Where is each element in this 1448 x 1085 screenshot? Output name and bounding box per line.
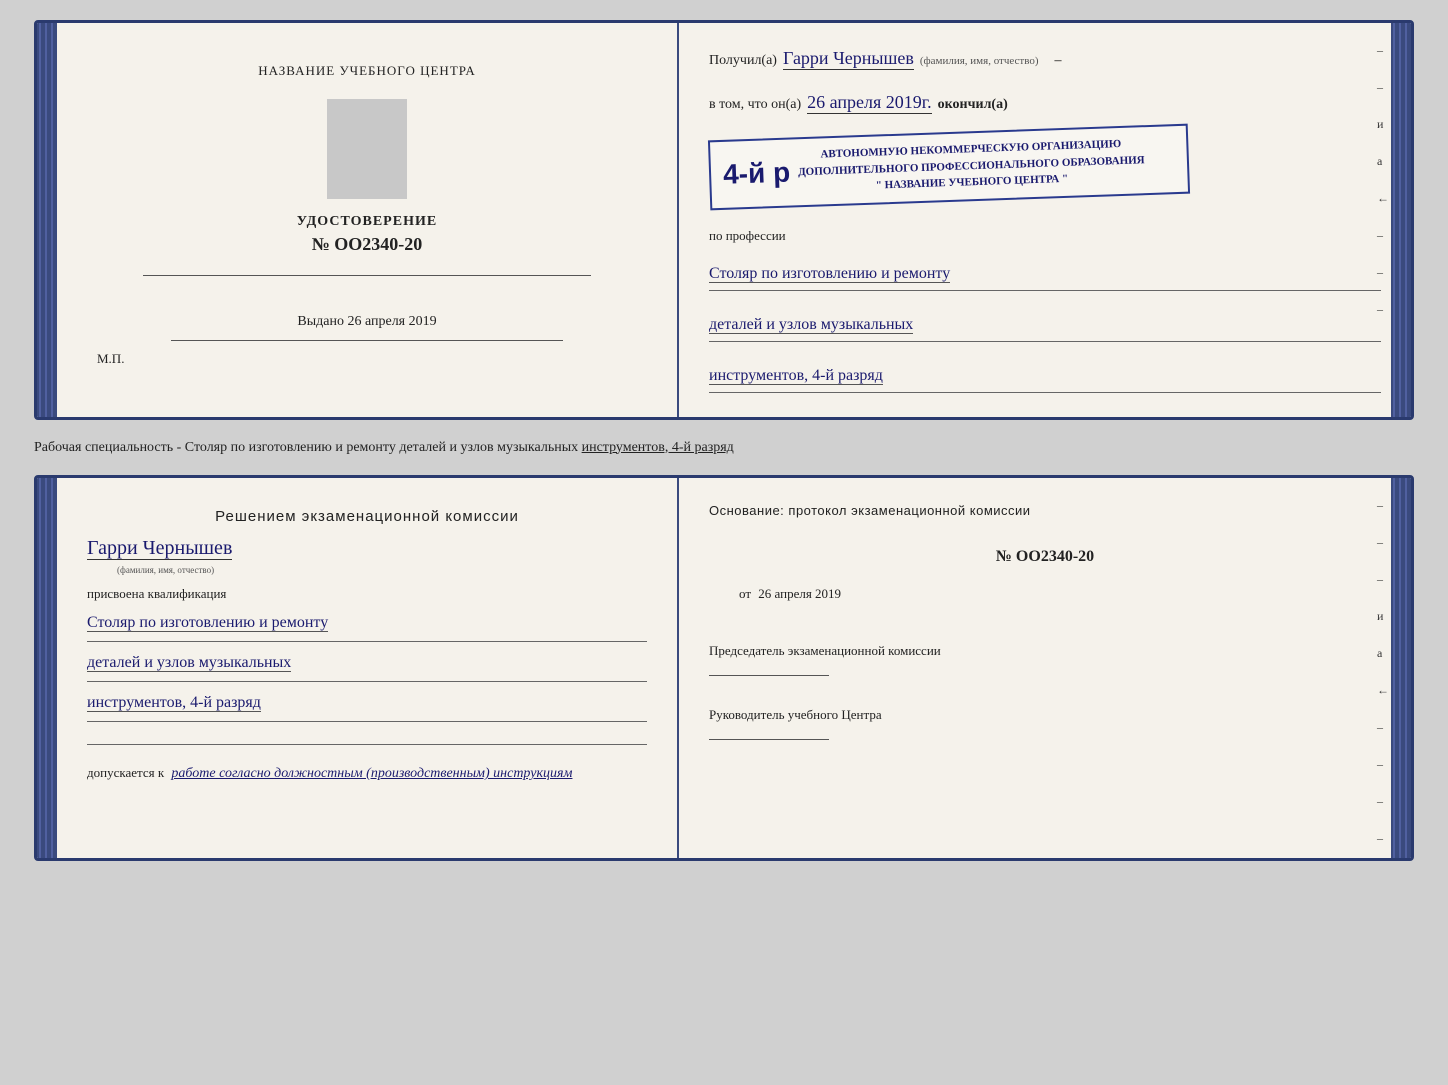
allowed-block: допускается к работе согласно должностны… <box>87 765 647 782</box>
director-signature-line <box>709 739 829 740</box>
fio-sublabel-top: (фамилия, имя, отчество) <box>920 55 1039 67</box>
fio-sublabel-bottom: (фамилия, имя, отчество) <box>117 565 214 575</box>
mp-label: М.П. <box>97 351 124 367</box>
cert-title: УДОСТОВЕРЕНИЕ <box>297 214 437 230</box>
received-label: Получил(а) <box>709 53 777 69</box>
by-profession-label: по профессии <box>709 228 1381 244</box>
director-title: Руководитель учебного Центра <box>709 707 882 722</box>
completed-date: 26 апреля 2019г. <box>807 92 932 114</box>
bottom-right-page: Основание: протокол экзаменационной коми… <box>679 478 1411 858</box>
basis-text: Основание: протокол экзаменационной коми… <box>709 503 1381 518</box>
allowed-text: работе согласно должностным (производств… <box>171 766 572 781</box>
right-spine-top <box>1391 23 1411 417</box>
mark-dash2: – <box>1377 80 1389 95</box>
right-edge-marks-bottom: – – – и а ← – – – – <box>1377 498 1389 846</box>
assigned-label: присвоена квалификация <box>87 586 647 602</box>
protocol-number: № OO2340-20 <box>709 548 1381 566</box>
training-center-title: НАЗВАНИЕ УЧЕБНОГО ЦЕНТРА <box>258 63 475 79</box>
mark-arrow: ← <box>1377 191 1389 206</box>
person-name-bottom: Гарри Чернышев <box>87 537 232 560</box>
right-spine-bottom <box>1391 478 1411 858</box>
issued-line: Выдано 26 апреля 2019 <box>297 314 436 330</box>
mark-a: а <box>1377 154 1389 169</box>
qual-line2: деталей и узлов музыкальных <box>87 654 291 672</box>
person-name-block: Гарри Чернышев (фамилия, имя, отчество) <box>87 537 647 578</box>
top-left-page: НАЗВАНИЕ УЧЕБНОГО ЦЕНТРА УДОСТОВЕРЕНИЕ №… <box>37 23 679 417</box>
caption-text: Рабочая специальность - Столяр по изгото… <box>34 440 734 455</box>
caption: Рабочая специальность - Столяр по изгото… <box>34 438 1414 458</box>
chairman-signature-line <box>709 675 829 676</box>
issued-date: 26 апреля 2019 <box>347 314 436 329</box>
from-label: от <box>739 586 751 601</box>
top-document: НАЗВАНИЕ УЧЕБНОГО ЦЕНТРА УДОСТОВЕРЕНИЕ №… <box>34 20 1414 420</box>
allowed-label: допускается к <box>87 765 164 780</box>
profession-line3: инструментов, 4-й разряд <box>709 367 883 385</box>
profession-line2: деталей и узлов музыкальных <box>709 316 913 334</box>
chairman-title: Председатель экзаменационной комиссии <box>709 642 1381 660</box>
bottom-left-page: Решением экзаменационной комиссии Гарри … <box>37 478 679 858</box>
in-that-label: в том, что он(а) <box>709 97 801 113</box>
qual-line3: инструментов, 4-й разряд <box>87 694 261 712</box>
mark-i: и <box>1377 117 1389 132</box>
protocol-date: от 26 апреля 2019 <box>739 586 1381 602</box>
mark-dash5: – <box>1377 302 1389 317</box>
top-right-page: Получил(а) Гарри Чернышев (фамилия, имя,… <box>679 23 1411 417</box>
photo-placeholder <box>327 99 407 199</box>
recipient-name: Гарри Чернышев <box>783 48 914 70</box>
stamp-number: 4-й р <box>723 156 791 190</box>
cert-number: № OO2340-20 <box>312 234 423 255</box>
stamp-box: 4-й р АВТОНОМНУЮ НЕКОММЕРЧЕСКУЮ ОРГАНИЗА… <box>708 124 1190 210</box>
bottom-document: Решением экзаменационной комиссии Гарри … <box>34 475 1414 861</box>
mark-dash4: – <box>1377 265 1389 280</box>
qual-line1: Столяр по изготовлению и ремонту <box>87 614 328 632</box>
chairman-block: Председатель экзаменационной комиссии <box>709 642 1381 681</box>
mark-dash3: – <box>1377 228 1389 243</box>
commission-title: Решением экзаменационной комиссии <box>87 508 647 525</box>
from-date: 26 апреля 2019 <box>758 586 841 601</box>
right-edge-marks: – – и а ← – – – <box>1377 43 1389 317</box>
completed-label: окончил(а) <box>938 97 1008 113</box>
issued-label: Выдано <box>297 314 344 329</box>
profession-line1: Столяр по изготовлению и ремонту <box>709 265 950 283</box>
mark-dash1: – <box>1377 43 1389 58</box>
director-block: Руководитель учебного Центра <box>709 706 1381 745</box>
